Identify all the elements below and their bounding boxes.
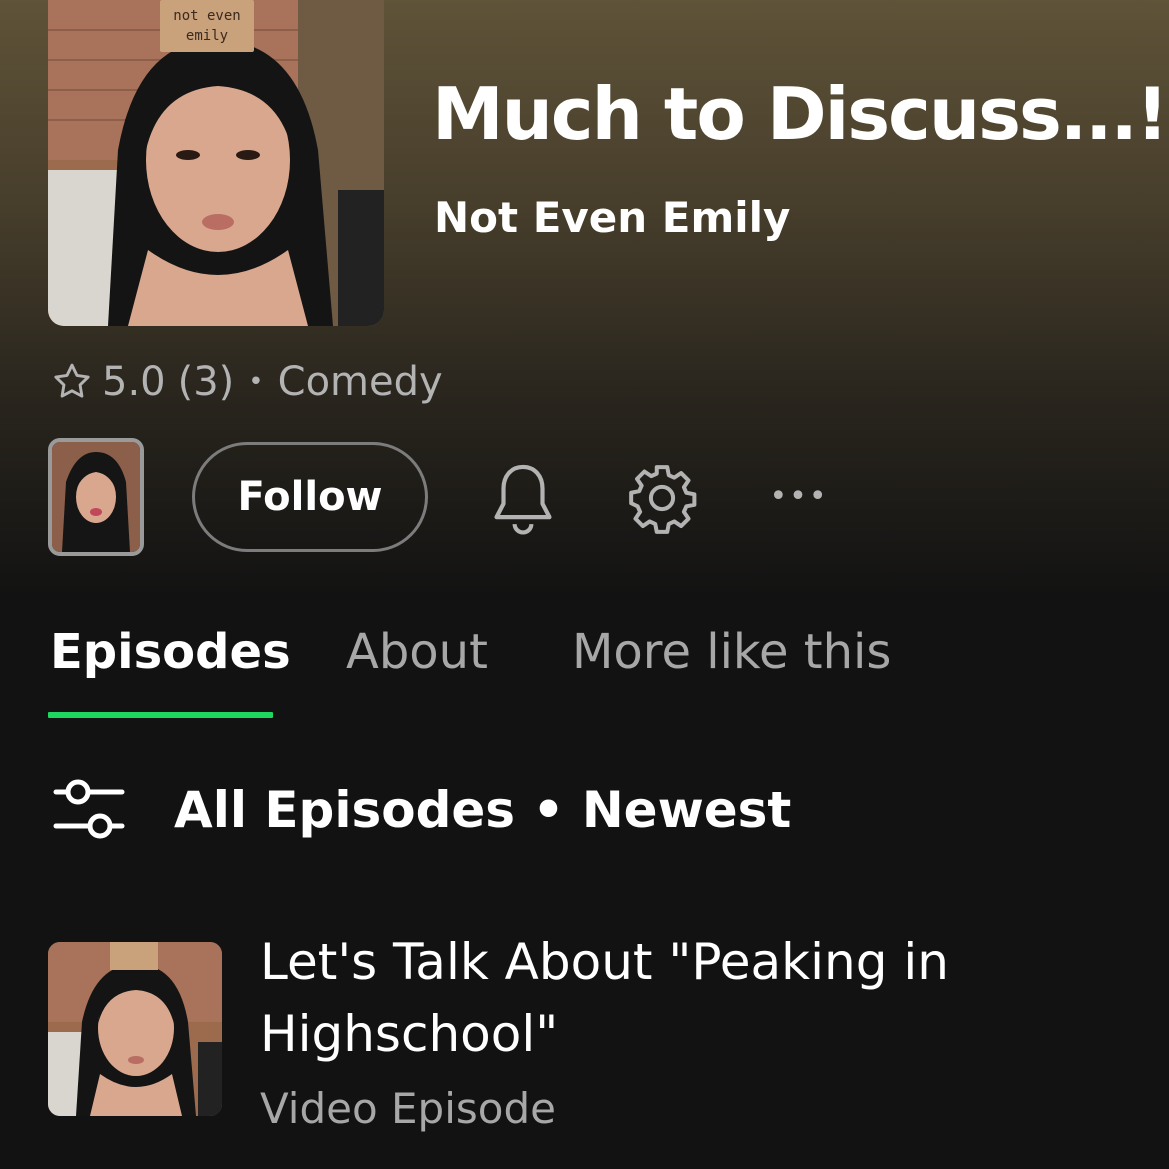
follow-button[interactable]: Follow bbox=[192, 442, 428, 552]
meta-separator: • bbox=[248, 367, 264, 397]
filter-label: All Episodes • Newest bbox=[174, 781, 792, 839]
podcast-cover-art: not even emily bbox=[48, 0, 384, 326]
podcast-title: Much to Discuss...! bbox=[432, 72, 1169, 156]
episode-thumbnail[interactable] bbox=[48, 942, 222, 1116]
tab-episodes[interactable]: Episodes bbox=[50, 624, 291, 680]
rating-value: 5.0 bbox=[102, 359, 166, 405]
notifications-button[interactable] bbox=[486, 458, 560, 540]
gear-icon bbox=[629, 465, 697, 534]
settings-button[interactable] bbox=[622, 458, 702, 538]
rating-count: (3) bbox=[177, 359, 235, 405]
category-link[interactable]: Comedy bbox=[278, 359, 443, 405]
star-icon bbox=[54, 363, 90, 398]
podcast-meta: 5.0 (3) • Comedy bbox=[48, 358, 443, 406]
bell-icon bbox=[494, 464, 552, 535]
author-photo bbox=[52, 442, 140, 552]
episode-type: Video Episode bbox=[260, 1084, 556, 1133]
author-thumbnail[interactable] bbox=[48, 438, 144, 556]
tab-about[interactable]: About bbox=[346, 624, 488, 680]
episode-filter[interactable]: All Episodes • Newest bbox=[50, 778, 791, 842]
active-tab-indicator bbox=[48, 712, 273, 718]
podcast-author[interactable]: Not Even Emily bbox=[434, 193, 790, 242]
more-icon: ••• bbox=[769, 478, 829, 514]
cover-sign-text: not even emily bbox=[160, 0, 254, 52]
sliders-icon bbox=[53, 779, 125, 839]
episode-title[interactable]: Let's Talk About "Peaking in Highschool" bbox=[260, 926, 1120, 1070]
tab-more-like-this[interactable]: More like this bbox=[572, 624, 891, 680]
episode-photo bbox=[48, 942, 222, 1116]
more-options-button[interactable]: ••• bbox=[766, 476, 832, 516]
